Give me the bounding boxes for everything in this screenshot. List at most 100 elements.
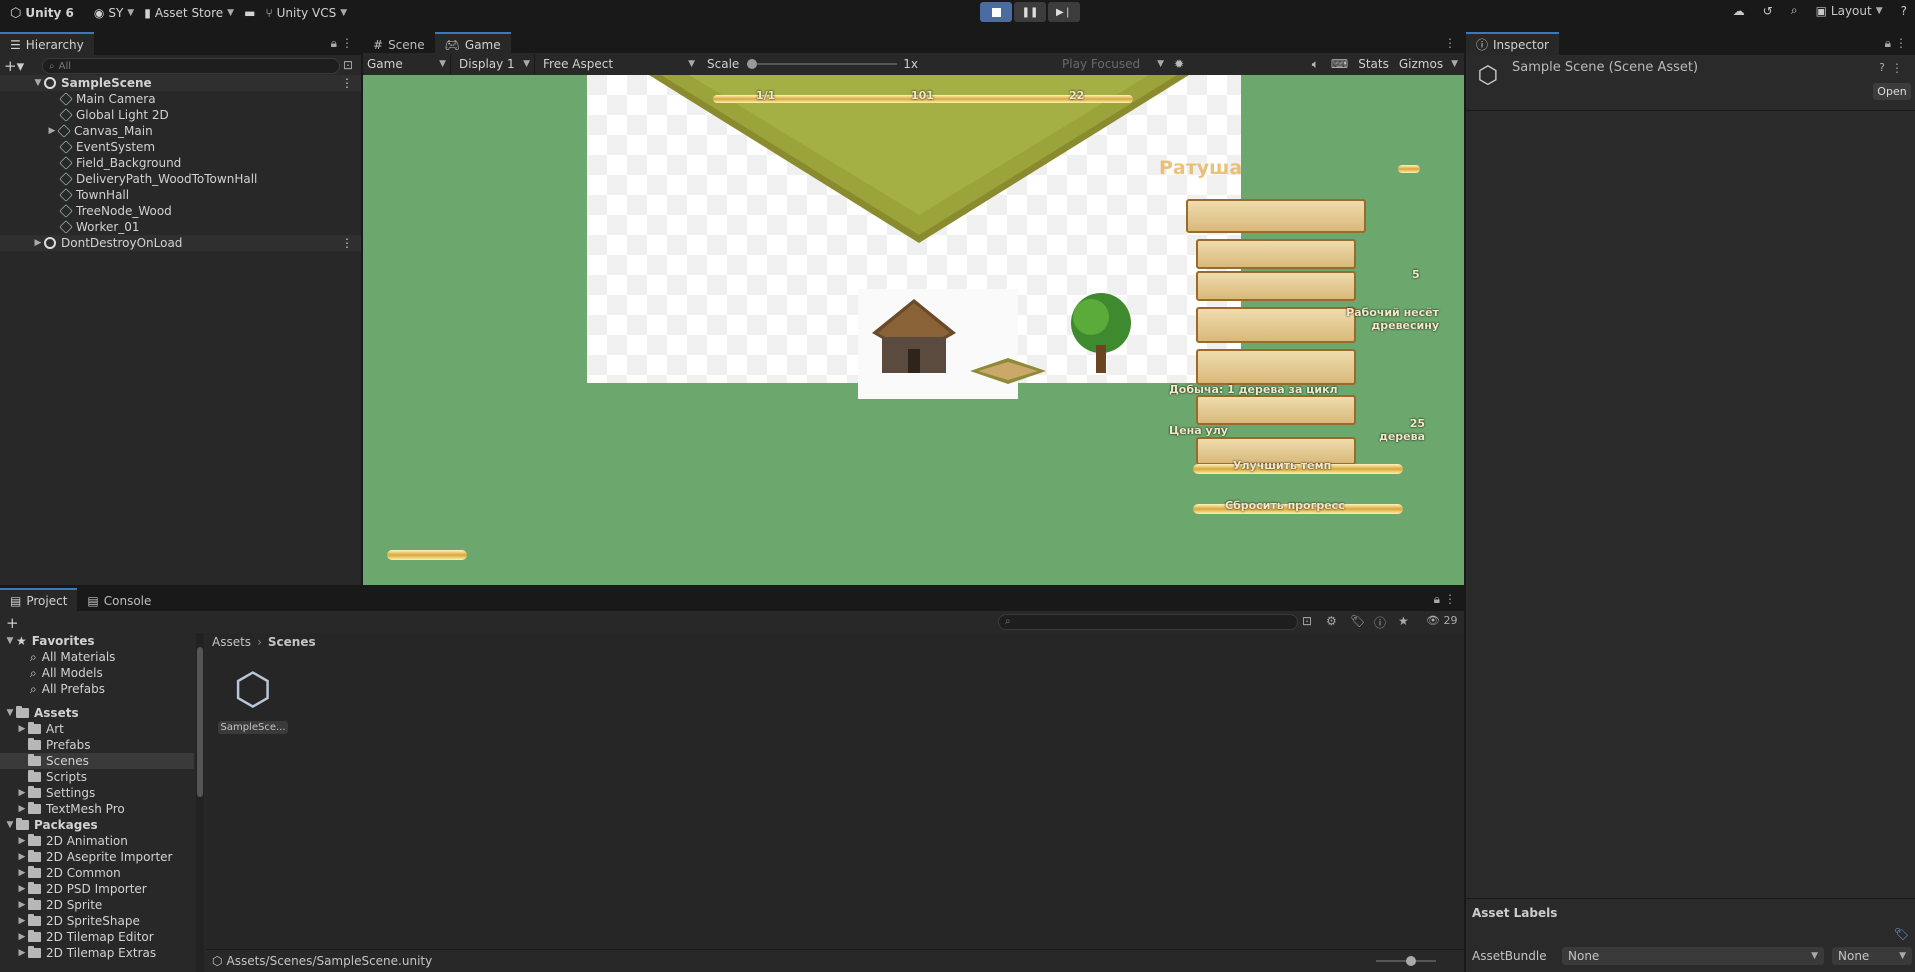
- tree-item[interactable]: ⌕ All Prefabs: [30, 681, 105, 697]
- expand-arrow-icon[interactable]: ▼: [4, 708, 16, 718]
- tree-item[interactable]: ▶ 2D SpriteShape: [16, 913, 140, 929]
- more-icon[interactable]: ⋮: [1891, 61, 1903, 75]
- reset-button[interactable]: Сбросить прогресс: [1193, 499, 1403, 514]
- type-filter-icon[interactable]: ⚙: [1326, 614, 1337, 628]
- expand-arrow-icon[interactable]: ▼: [4, 820, 16, 830]
- aspect-dropdown[interactable]: Free Aspect ▼: [539, 54, 699, 74]
- tree-item[interactable]: ⌕ All Models: [30, 665, 103, 681]
- tree-item[interactable]: ▶ Settings: [16, 785, 95, 801]
- keyboard-icon[interactable]: ⌨: [1331, 57, 1348, 71]
- tree-sprite[interactable]: [1061, 289, 1141, 379]
- variant-dropdown[interactable]: None ▼: [1832, 947, 1912, 965]
- package-button[interactable]: ▬: [244, 6, 255, 20]
- tree-item[interactable]: ▶ TextMesh Pro: [16, 801, 125, 817]
- tree-item[interactable]: ▶ 2D Aseprite Importer: [16, 849, 172, 865]
- breadcrumb-item[interactable]: Assets: [212, 635, 251, 649]
- breadcrumb-item[interactable]: Scenes: [268, 635, 316, 649]
- more-icon[interactable]: ⋮: [341, 36, 353, 50]
- tree-item[interactable]: ▶ Art: [16, 721, 64, 737]
- tree-item[interactable]: Prefabs: [16, 737, 91, 753]
- expand-arrow-icon[interactable]: ▶: [16, 852, 28, 862]
- small-gold-bar[interactable]: [387, 550, 467, 560]
- tree-packages[interactable]: ▼ Packages: [4, 817, 98, 833]
- warning-filter-icon[interactable]: ⓘ: [1374, 614, 1386, 631]
- expand-arrow-icon[interactable]: ▶: [16, 724, 28, 734]
- hierarchy-item[interactable]: TreeNode_Wood: [0, 203, 361, 219]
- tree-item-selected[interactable]: Scenes: [0, 753, 194, 769]
- tree-favorites[interactable]: ▼ ★ Favorites: [4, 633, 95, 649]
- hierarchy-dontdestroy-row[interactable]: ▶ DontDestroyOnLoad ⋮: [0, 235, 361, 251]
- help-icon[interactable]: ?: [1901, 4, 1907, 18]
- expand-arrow-icon[interactable]: ▼: [32, 78, 44, 88]
- hierarchy-item[interactable]: Field_Background: [0, 155, 361, 171]
- tree-item[interactable]: ▶ 2D Animation: [16, 833, 128, 849]
- expand-arrow-icon[interactable]: ▶: [16, 868, 28, 878]
- lock-icon[interactable]: 🔒︎: [1885, 36, 1891, 51]
- expand-arrow-icon[interactable]: ▶: [32, 238, 44, 248]
- expand-arrow-icon[interactable]: ▼: [4, 636, 16, 646]
- hierarchy-item[interactable]: Global Light 2D: [0, 107, 361, 123]
- tree-item[interactable]: ▶ 2D Tilemap Editor: [16, 929, 154, 945]
- lock-icon[interactable]: 🔒︎: [1434, 592, 1440, 607]
- tab-scene[interactable]: # Scene: [363, 32, 435, 55]
- vcs-dropdown[interactable]: ⑂ Unity VCS ▼: [265, 6, 347, 20]
- expand-arrow-icon[interactable]: ▶: [16, 788, 28, 798]
- more-icon[interactable]: ⋮: [341, 76, 353, 90]
- tab-game[interactable]: 🎮︎ Game: [434, 32, 511, 55]
- expand-arrow-icon[interactable]: ▶: [16, 804, 28, 814]
- expand-arrow-icon[interactable]: ▶: [16, 900, 28, 910]
- expand-arrow-icon[interactable]: ▶: [16, 836, 28, 846]
- label-filter-icon[interactable]: 🏷︎: [1350, 614, 1365, 628]
- history-icon[interactable]: ↺: [1763, 4, 1773, 18]
- game-mode-dropdown[interactable]: Game ▼: [363, 54, 451, 74]
- slider-thumb[interactable]: [747, 59, 758, 69]
- tree-item[interactable]: ⌕ All Materials: [30, 649, 115, 665]
- search-filter-icon[interactable]: ⊡: [343, 58, 353, 72]
- expand-arrow-icon[interactable]: ▶: [16, 916, 28, 926]
- tree-scrollbar[interactable]: [196, 633, 204, 972]
- hierarchy-search-input[interactable]: ⌕ All: [42, 58, 340, 74]
- expand-arrow-icon[interactable]: ▶: [46, 126, 58, 136]
- tab-hierarchy[interactable]: ☰ Hierarchy: [0, 32, 94, 55]
- slider-thumb[interactable]: [1406, 956, 1416, 966]
- tree-item[interactable]: ▶ 2D PSD Importer: [16, 881, 147, 897]
- upgrade-button[interactable]: Улучшить темп: [1193, 459, 1403, 474]
- asset-store-dropdown[interactable]: ▮ Asset Store ▼: [144, 6, 234, 20]
- project-search-input[interactable]: ⌕: [998, 614, 1298, 630]
- favorite-icon[interactable]: ★: [1398, 614, 1409, 628]
- game-view[interactable]: 1/1 101 22 Ратуша 5 Рабочий несёт древес…: [363, 75, 1464, 585]
- tag-icon[interactable]: 🏷︎: [1894, 927, 1909, 941]
- hierarchy-scene-row[interactable]: ▼ SampleScene ⋮: [0, 75, 361, 91]
- stop-button[interactable]: [980, 2, 1012, 22]
- tab-inspector[interactable]: ⓘ Inspector: [1466, 32, 1559, 55]
- lock-icon[interactable]: 🔒︎: [331, 36, 337, 51]
- cloud-icon[interactable]: ☁: [1733, 4, 1745, 18]
- search-icon[interactable]: ⌕: [1791, 3, 1798, 18]
- pause-button[interactable]: ❚❚: [1014, 2, 1046, 22]
- hierarchy-item[interactable]: ▶ Canvas_Main: [0, 123, 361, 139]
- tree-item[interactable]: Scripts: [16, 769, 87, 785]
- close-panel-icon[interactable]: [1398, 165, 1420, 173]
- tree-assets[interactable]: ▼ Assets: [4, 705, 79, 721]
- scrollbar-thumb[interactable]: [197, 647, 203, 797]
- scale-slider[interactable]: [747, 56, 898, 72]
- more-icon[interactable]: ⋮: [1444, 592, 1456, 606]
- unity-menu[interactable]: ⬡ Unity 6: [10, 6, 74, 21]
- tree-item[interactable]: ▶ 2D Tilemap Extras: [16, 945, 156, 961]
- add-icon[interactable]: +: [6, 614, 19, 632]
- townhall-sprite[interactable]: [868, 297, 960, 381]
- mute-audio-icon[interactable]: 🔈︎: [1312, 57, 1319, 72]
- play-focused-dropdown[interactable]: Play Focused ▼: [1058, 54, 1168, 74]
- tab-console[interactable]: ▤ Console: [77, 588, 162, 611]
- expand-arrow-icon[interactable]: ▶: [16, 884, 28, 894]
- more-icon[interactable]: ⋮: [341, 236, 353, 250]
- search-filter-icon[interactable]: ⊡: [1302, 614, 1312, 628]
- hierarchy-item[interactable]: DeliveryPath_WoodToTownHall: [0, 171, 361, 187]
- stats-button[interactable]: Stats: [1358, 57, 1389, 71]
- help-icon[interactable]: ?: [1879, 61, 1885, 74]
- chevron-down-icon[interactable]: ▼: [1451, 59, 1458, 69]
- hierarchy-item[interactable]: Worker_01: [0, 219, 361, 235]
- gizmos-dropdown[interactable]: Gizmos: [1399, 57, 1443, 71]
- visible-count[interactable]: 👁︎ 29: [1426, 614, 1457, 627]
- expand-arrow-icon[interactable]: ▶: [16, 948, 28, 958]
